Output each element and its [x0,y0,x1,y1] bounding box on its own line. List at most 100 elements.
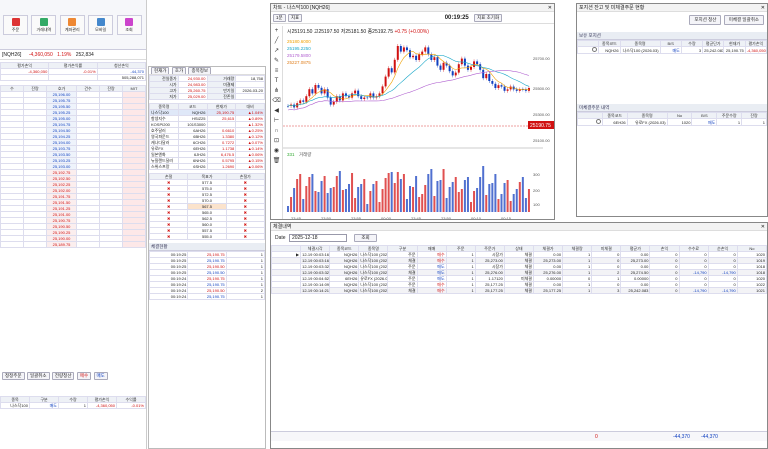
candle [305,96,308,102]
candle [476,61,479,65]
ray-tool-icon[interactable]: ↗ [271,46,282,56]
pencil-icon[interactable]: ✎ [271,56,282,66]
close-icon[interactable]: ✕ [761,223,765,230]
query-button[interactable]: 조회 [354,234,377,242]
trade-row[interactable]: 12-19 00:14:21NQH26나스닥100 (2026.03)체결매수1… [271,287,767,294]
arrow-left-icon[interactable]: ◀ [271,106,282,116]
close-icon[interactable]: ✕ [548,4,552,11]
volume-bar [402,174,405,212]
volume-bar [463,180,466,212]
crosshair-icon[interactable]: + [271,26,282,36]
ladder-row[interactable]: 25,189.75 [0,241,146,248]
volume-bar [335,176,338,212]
tab-current[interactable]: 현재가 [151,67,170,74]
close-icon[interactable]: ✕ [761,4,765,11]
volume-bar [424,185,427,212]
toolbar-mobile-button[interactable]: 모바일 [88,15,114,35]
volume-bar [509,201,512,212]
volume-bar [457,192,460,212]
toolbar-history-button[interactable]: 거래내역 [31,15,57,35]
toolbar-account-button[interactable]: 계좌관리 [59,15,85,35]
ruler-icon[interactable]: ⊢ [271,116,282,126]
code-label: [NQH26] [2,52,22,58]
indicator-button[interactable]: 지표 [288,14,303,22]
remove-icon[interactable]: ✖ [225,233,265,240]
position-row[interactable]: NQH26 나스닥100 (2026.03) 매도 3 25,242.083 25,190… [577,46,767,54]
volume-bar [494,174,497,212]
eye-icon[interactable]: ◉ [271,146,282,156]
stop-ladder-row[interactable]: ✖ 555.0 ✖ [149,233,265,240]
trades-title: 체결내역 [273,224,292,230]
candle [454,72,457,76]
toolbar-order-button[interactable]: 주문 [3,15,28,35]
svg-text:거래량: 거래량 [299,151,311,158]
volume-bar [287,206,289,212]
pending-row[interactable]: 6EH26 유로FX (2026.03) 1020 매도 1 1 [577,118,767,126]
cancel-pending-button[interactable]: 미체결 일괄취소 [723,15,764,25]
magnet-icon[interactable]: ∩ [271,126,282,136]
order-position-row[interactable]: 나스닥100 매도 1 -4,360,050 -0.01% [0,402,146,409]
buy-button[interactable]: 매수 [76,372,92,380]
candle [341,93,344,101]
quote-list-row[interactable]: 스위스프랑 6SH26 1.2690 ▲0.06% [149,163,265,170]
volume-bar [518,182,521,212]
price-chart[interactable]: 25190.75 25700.00 25500.00 25300.00 2510… [283,26,555,220]
volume-bar [439,180,442,212]
volume-bar [399,179,402,212]
volume-bar [512,194,515,212]
svg-text:25700.00: 25700.00 [533,56,550,61]
reset-indicator-button[interactable]: 지표 초기화 [474,14,503,22]
candle [387,68,390,77]
volume-bar [296,179,299,212]
trades-titlebar: 체결내역 ✕ [271,223,767,231]
draw-tools: + ╱ ↗ ✎ ≡ T ⋔ ⌫ ◀ ⊢ ∩ ⊡ ◉ 🗑 [271,26,283,219]
current-price-label: 25190.75 [530,123,551,129]
volume-bar [290,197,293,212]
tab-info[interactable]: 종목정보 [188,67,212,74]
mobile-icon [96,18,105,26]
candle [363,97,366,99]
volume-bar [293,188,296,212]
candle [494,83,497,88]
volume-bar [515,189,518,212]
close-position-button[interactable]: 포지션 청산 [689,15,722,25]
volume-bar [503,183,506,212]
position-checkbox[interactable] [592,47,598,52]
volume-bar [418,197,421,212]
volume-bar [448,187,451,212]
volume-bar [326,193,329,212]
volume-bar [363,179,366,212]
liquidate-button[interactable]: 전량청산 [51,372,75,380]
erase-icon[interactable]: ⌫ [271,96,282,106]
pending-table: 종목코드 종목명 No B/S 주문수량 잔량 6EH26 유로FX (2026.03) 10… [577,112,767,126]
date-picker[interactable]: 2025-12-18 [288,234,347,242]
tick-row: 00:19:24 25,190.75 1 [149,293,265,300]
volume-bar [320,181,323,212]
text-tool-icon[interactable]: T [271,76,282,86]
toolbar-query-button[interactable]: 조회 [116,15,142,35]
tab-hoga[interactable]: 호가 [171,67,187,74]
volume-bar [476,188,479,212]
cancel-all-button[interactable]: 일괄취소 [26,372,50,380]
trades-table: 체결시각 종목코드 종목명 구분 매매 주문 주문가 상태 체결가 체결량 미체결 평균가 손익 수수료 순… [271,245,767,294]
line-tool-icon[interactable]: ╱ [271,36,282,46]
svg-text:331: 331 [287,152,295,157]
volume-bar [323,176,326,212]
pending-checkbox[interactable] [595,119,601,124]
svg-text:300: 300 [533,172,540,177]
timeframe-select[interactable]: 1분 [273,14,286,22]
amend-button[interactable]: 정정주문 [2,372,25,380]
x-tick: 23:50 [441,216,452,220]
channel-tool-icon[interactable]: ≡ [271,66,282,76]
candle [317,85,320,88]
fib-tool-icon[interactable]: ⋔ [271,86,282,96]
remove-icon[interactable]: ✖ [149,233,189,240]
candle [433,57,436,60]
lock-icon[interactable]: ⊡ [271,136,282,146]
trash-icon[interactable]: 🗑 [271,156,282,166]
sell-button[interactable]: 매도 [93,372,108,380]
volume-bar [412,187,415,212]
candle [418,54,421,60]
candle [354,90,357,94]
order-code-bar: [NQH26] -4,360,050 1.19% 252,834 [0,50,146,60]
